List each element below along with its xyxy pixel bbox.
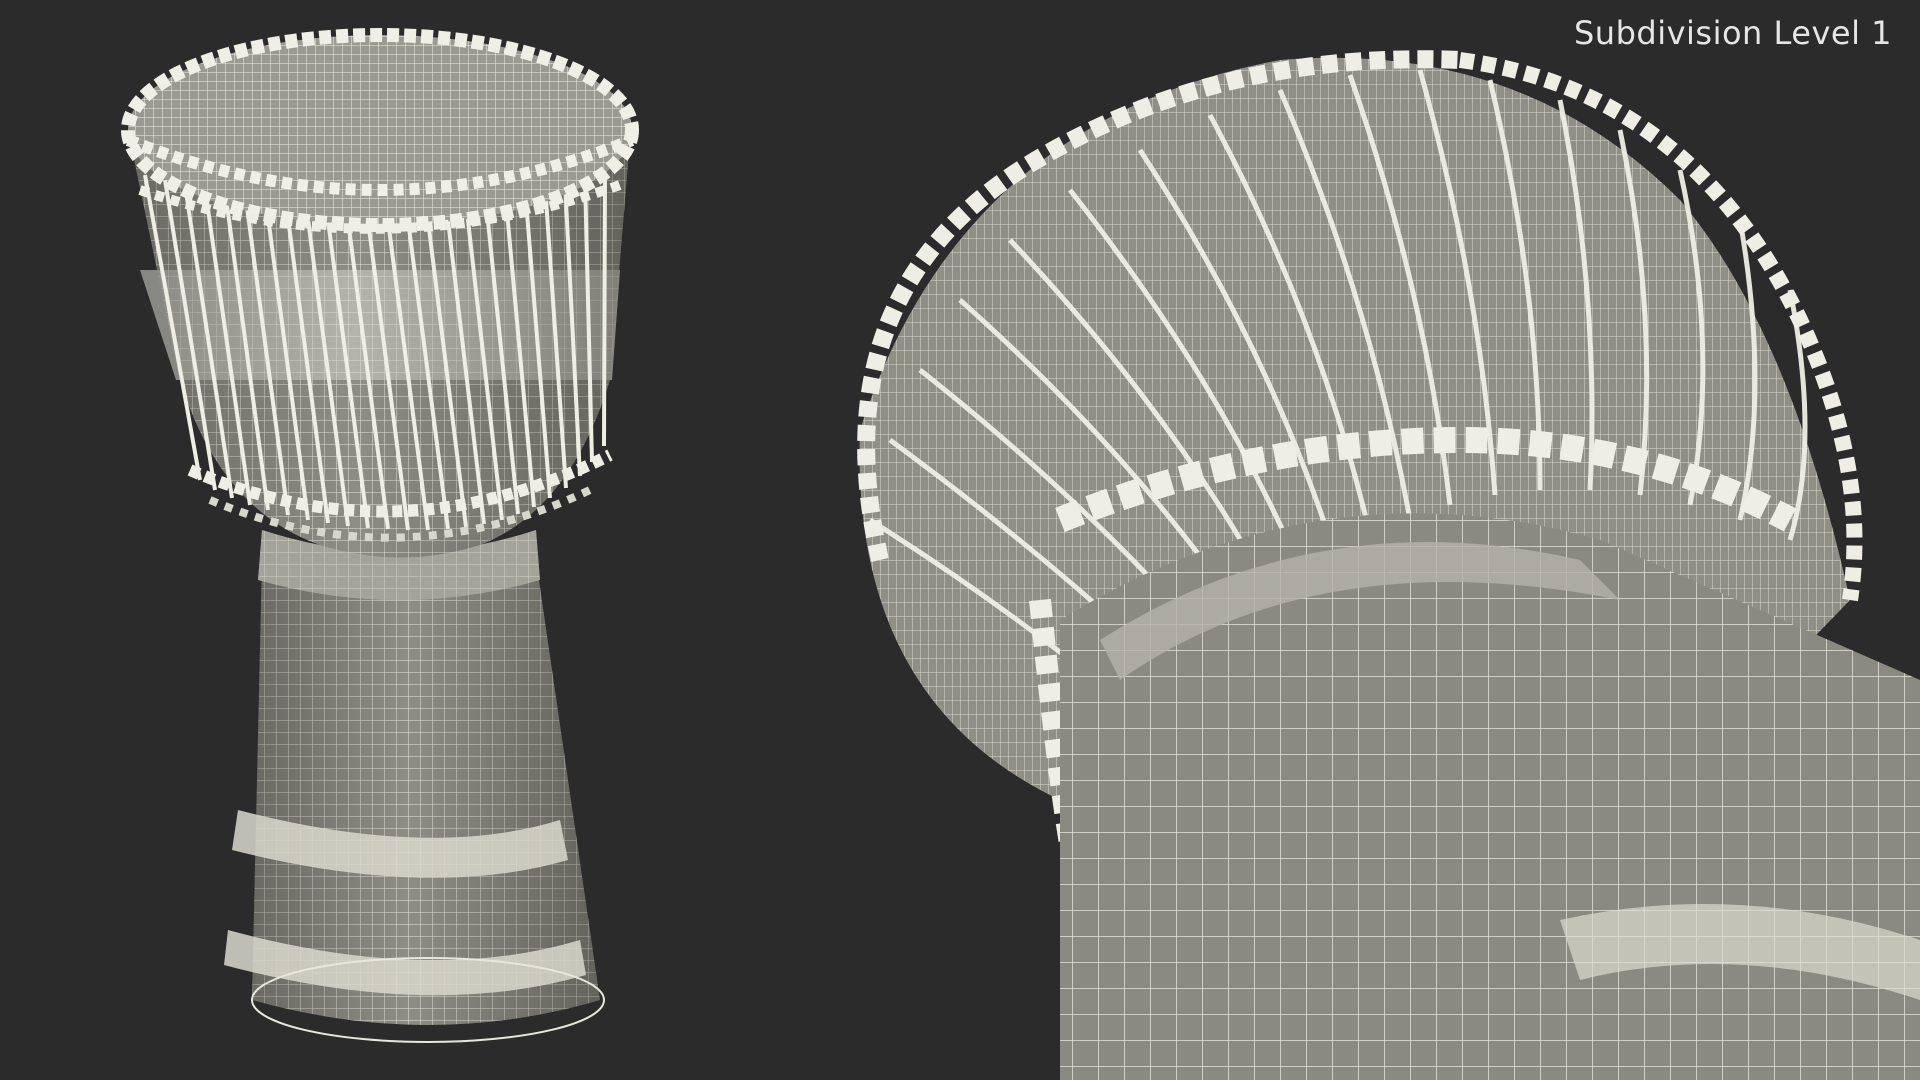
- drum-stem: [224, 560, 605, 1043]
- drum-head: [121, 28, 639, 234]
- djembe-closeup-view: [857, 50, 1920, 1080]
- djembe-full-view: [121, 28, 639, 1043]
